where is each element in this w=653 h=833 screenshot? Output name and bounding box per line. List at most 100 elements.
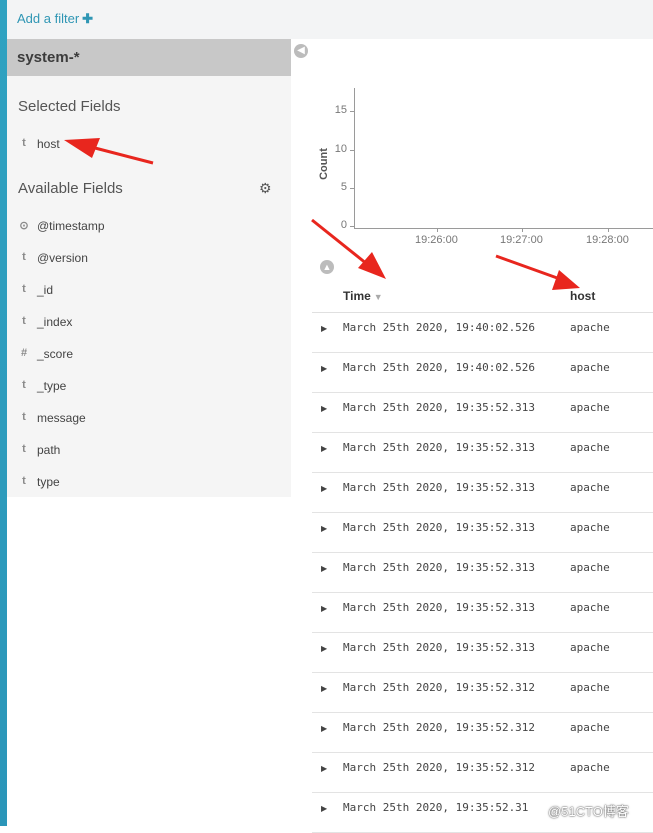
time-cell: March 25th 2020, 19:35:52.312 bbox=[343, 761, 536, 774]
add-filter-link[interactable]: Add a filter ✚ bbox=[17, 11, 93, 27]
host-cell: apache bbox=[570, 481, 610, 494]
y-tick-mark bbox=[350, 150, 354, 151]
time-cell: March 25th 2020, 19:35:52.312 bbox=[343, 721, 536, 734]
field-item-message[interactable]: t message bbox=[7, 408, 291, 430]
field-item-type-underscore[interactable]: t _type bbox=[7, 376, 291, 398]
index-pattern-title[interactable]: system-* bbox=[7, 39, 291, 76]
time-cell: March 25th 2020, 19:35:52.313 bbox=[343, 601, 536, 614]
field-item-index[interactable]: t _index bbox=[7, 312, 291, 334]
table-row[interactable]: ▶ March 25th 2020, 19:35:52.313 apache bbox=[312, 473, 653, 513]
expand-row-icon[interactable]: ▶ bbox=[321, 484, 327, 493]
host-column-header[interactable]: host bbox=[570, 289, 595, 303]
field-item-id[interactable]: t _id bbox=[7, 280, 291, 302]
expand-row-icon[interactable]: ▶ bbox=[321, 644, 327, 653]
y-tick-label: 5 bbox=[340, 181, 347, 193]
expand-row-icon[interactable]: ▶ bbox=[321, 324, 327, 333]
expand-row-icon[interactable]: ▶ bbox=[321, 804, 327, 813]
gear-icon[interactable]: ⚙ bbox=[259, 180, 272, 197]
expand-row-icon[interactable]: ▶ bbox=[321, 364, 327, 373]
time-cell: March 25th 2020, 19:35:52.313 bbox=[343, 521, 536, 534]
host-cell: apache bbox=[570, 641, 610, 654]
string-type-icon: t bbox=[22, 251, 26, 263]
expand-row-icon[interactable]: ▶ bbox=[321, 444, 327, 453]
expand-row-icon[interactable]: ▶ bbox=[321, 564, 327, 573]
string-type-icon: t bbox=[22, 443, 26, 455]
y-tick-label: 0 bbox=[340, 219, 347, 231]
document-table: ▶ March 25th 2020, 19:40:02.526 apache ▶ Mar… bbox=[312, 313, 653, 833]
y-tick-mark bbox=[350, 111, 354, 112]
table-row[interactable]: ▶ March 25th 2020, 19:35:52.313 apache bbox=[312, 433, 653, 473]
chevron-up-icon[interactable]: ▲ bbox=[320, 260, 334, 274]
string-type-icon: t bbox=[22, 315, 26, 327]
left-nav-stripe bbox=[0, 0, 7, 826]
field-item-path[interactable]: t path bbox=[7, 440, 291, 462]
host-cell: apache bbox=[570, 681, 610, 694]
field-name: _id bbox=[37, 283, 54, 297]
host-cell: apache bbox=[570, 321, 610, 334]
expand-row-icon[interactable]: ▶ bbox=[321, 684, 327, 693]
x-tick-label: 19:26:00 bbox=[415, 234, 458, 246]
table-row[interactable]: ▶ March 25th 2020, 19:40:02.526 apache bbox=[312, 313, 653, 353]
x-tick-mark bbox=[522, 228, 523, 232]
y-axis-line bbox=[354, 88, 355, 228]
expand-row-icon[interactable]: ▶ bbox=[321, 604, 327, 613]
clock-icon: ⊙ bbox=[19, 220, 29, 232]
table-row[interactable]: ▶ March 25th 2020, 19:35:52.313 apache bbox=[312, 553, 653, 593]
table-row[interactable]: ▶ March 25th 2020, 19:35:52.313 apache bbox=[312, 633, 653, 673]
time-cell: March 25th 2020, 19:40:02.526 bbox=[343, 321, 536, 334]
expand-row-icon[interactable]: ▶ bbox=[321, 404, 327, 413]
expand-row-icon[interactable]: ▶ bbox=[321, 524, 327, 533]
x-tick-label: 19:27:00 bbox=[500, 234, 543, 246]
y-tick-label: 15 bbox=[334, 104, 347, 116]
table-row[interactable]: ▶ March 25th 2020, 19:40:02.526 apache bbox=[312, 353, 653, 393]
y-tick-label: 10 bbox=[334, 143, 347, 155]
number-type-icon: # bbox=[20, 347, 28, 359]
field-item-score[interactable]: # _score bbox=[7, 344, 291, 366]
field-name: message bbox=[37, 411, 86, 425]
host-cell: apache bbox=[570, 761, 610, 774]
table-header: Time ▼ host bbox=[312, 284, 653, 313]
host-cell: apache bbox=[570, 441, 610, 454]
available-fields-title: Available Fields bbox=[18, 180, 123, 197]
host-cell: apache bbox=[570, 561, 610, 574]
field-name: _index bbox=[37, 315, 73, 329]
add-filter-label: Add a filter bbox=[17, 11, 80, 26]
time-cell: March 25th 2020, 19:35:52.313 bbox=[343, 561, 536, 574]
sort-down-icon[interactable]: ▼ bbox=[374, 292, 383, 302]
time-column-header[interactable]: Time ▼ bbox=[343, 289, 383, 303]
field-name: @version bbox=[37, 251, 88, 265]
table-row[interactable]: ▶ March 25th 2020, 19:35:52.313 apache bbox=[312, 513, 653, 553]
table-row[interactable]: ▶ March 25th 2020, 19:35:52.313 apache bbox=[312, 393, 653, 433]
y-tick-mark bbox=[350, 226, 354, 227]
expand-row-icon[interactable]: ▶ bbox=[321, 724, 327, 733]
plus-icon: ✚ bbox=[82, 11, 94, 26]
table-row[interactable]: ▶ March 25th 2020, 19:35:52.312 apache bbox=[312, 673, 653, 713]
expand-row-icon[interactable]: ▶ bbox=[321, 764, 327, 773]
time-cell: March 25th 2020, 19:40:02.526 bbox=[343, 361, 536, 374]
time-cell: March 25th 2020, 19:35:52.313 bbox=[343, 641, 536, 654]
collapse-sidebar-icon[interactable]: ◀ bbox=[294, 44, 308, 58]
time-cell: March 25th 2020, 19:35:52.313 bbox=[343, 441, 536, 454]
host-cell: apache bbox=[570, 521, 610, 534]
filter-bar: Add a filter ✚ bbox=[7, 0, 653, 39]
string-type-icon: t bbox=[22, 411, 26, 423]
string-type-icon: t bbox=[22, 379, 26, 391]
field-item-timestamp[interactable]: ⊙ @timestamp bbox=[7, 216, 291, 238]
host-cell: apache bbox=[570, 401, 610, 414]
field-item-host[interactable]: t host bbox=[7, 134, 291, 156]
field-name: _score bbox=[37, 347, 74, 361]
field-name: @timestamp bbox=[37, 219, 105, 233]
selected-fields-title: Selected Fields bbox=[18, 98, 121, 115]
histogram-chart: Count 15 10 5 0 19:26:00 19:27:00 19:28:… bbox=[300, 80, 653, 250]
table-row[interactable]: ▶ March 25th 2020, 19:35:52.312 apache bbox=[312, 713, 653, 753]
time-column-label: Time bbox=[343, 289, 371, 303]
string-type-icon: t bbox=[22, 475, 26, 487]
field-item-type[interactable]: t type bbox=[7, 472, 291, 494]
table-row[interactable]: ▶ March 25th 2020, 19:35:52.313 apache bbox=[312, 593, 653, 633]
table-row[interactable]: ▶ March 25th 2020, 19:35:52.312 apache bbox=[312, 753, 653, 793]
field-item-version[interactable]: t @version bbox=[7, 248, 291, 270]
string-type-icon: t bbox=[22, 137, 26, 149]
y-tick-mark bbox=[350, 188, 354, 189]
time-cell: March 25th 2020, 19:35:52.312 bbox=[343, 681, 536, 694]
x-tick-label: 19:28:00 bbox=[586, 234, 629, 246]
